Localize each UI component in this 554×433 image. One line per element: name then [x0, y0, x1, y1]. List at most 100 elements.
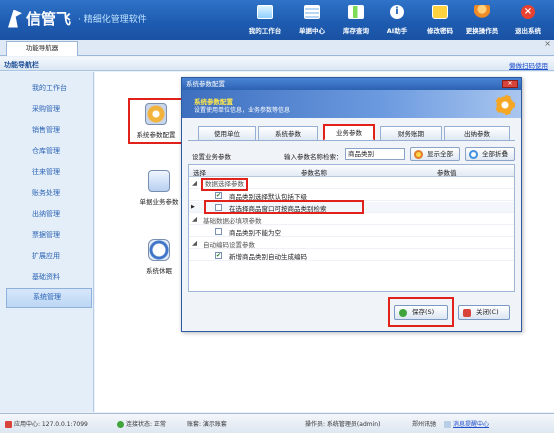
save-label: 保存(S): [412, 308, 435, 316]
status-operator: 操作员: 系统管理员(admin): [305, 421, 381, 428]
sidebar-item-sales[interactable]: 销售管理: [6, 122, 92, 139]
toolbar-exit[interactable]: × 退出系统: [508, 3, 548, 39]
status-account: 账套: 演示账套: [187, 421, 227, 428]
sidebar-item-workbench[interactable]: 我的工作台: [6, 80, 92, 97]
param-checkbox[interactable]: ✔: [215, 228, 222, 235]
gear-icon: [495, 95, 515, 115]
close-icon: [463, 309, 471, 317]
toolbar-label: 库存查询: [343, 27, 369, 35]
toolbar-label: 我的工作台: [248, 27, 282, 35]
grid-header: [189, 165, 514, 177]
close-label: 关闭(C): [476, 308, 499, 316]
function-doc-params[interactable]: 单据业务参数: [131, 170, 187, 206]
tab-strip: [0, 40, 554, 56]
message-center-link[interactable]: 消息提醒中心: [444, 419, 489, 428]
info-icon: i: [390, 5, 404, 19]
toolbar-inventory[interactable]: 库存查询: [336, 3, 376, 39]
group-row[interactable]: ◢ 数据选择参数: [189, 178, 514, 191]
sidebar-item-basic-data[interactable]: 基础资料: [6, 269, 92, 286]
param-name: 新增商品类别自动生成编码: [229, 253, 307, 261]
dialog-title: 系统参数配置: [186, 80, 225, 88]
group-toggle-icon[interactable]: ◢: [192, 179, 197, 187]
document-icon: [304, 5, 320, 19]
group-row[interactable]: ◢ 基础数据必填项参数: [189, 214, 514, 225]
tab-function-navigator[interactable]: 功能导航器: [6, 41, 78, 56]
sidebar-item-bills[interactable]: 票据管理: [6, 227, 92, 244]
toolbar-label: AI助手: [386, 27, 408, 35]
toolbar-documents[interactable]: 单据中心: [292, 3, 332, 39]
database-icon: [145, 103, 167, 125]
params-grid: 选择 参数名称 参数值 ◢ 数据选择参数 ✔ 商品类别选择默认包括下级 ▶ ✔ …: [188, 164, 515, 292]
tab-system-params[interactable]: 系统参数: [258, 126, 318, 141]
toolbar-label: 更换操作员: [465, 27, 499, 35]
group-label: 自动编码设置参数: [203, 241, 255, 249]
exit-icon: ×: [521, 5, 535, 19]
lock-icon: [432, 5, 448, 19]
tab-org[interactable]: 使用单位: [198, 126, 256, 141]
nav-header-title: 功能导航栏: [4, 61, 39, 69]
tab-fiscal-period[interactable]: 财务账期: [380, 126, 442, 141]
function-sleep[interactable]: 系统休眠: [131, 239, 187, 275]
clock-icon: [148, 239, 170, 261]
status-company: 郑州讯驰: [412, 421, 437, 428]
app-center-icon: [5, 421, 12, 428]
group-toggle-icon[interactable]: ◢: [192, 239, 197, 247]
close-tab-icon[interactable]: ×: [544, 39, 551, 48]
grid-header-name: 参数名称: [301, 169, 327, 177]
param-checkbox[interactable]: ✔: [215, 252, 222, 259]
form-settings-icon: [148, 170, 170, 192]
sidebar-item-system[interactable]: 系统管理: [6, 288, 92, 308]
param-name: 在选择商品窗口可按商品类别检索: [229, 205, 327, 213]
save-button[interactable]: 保存(S): [394, 305, 448, 320]
set-params-label: 设置业务参数: [192, 153, 231, 161]
tab-divider: [188, 140, 515, 141]
show-all-button[interactable]: 显示全部: [410, 147, 460, 161]
param-row[interactable]: ✔ 商品类别不能为空: [189, 226, 514, 237]
param-row[interactable]: ✔ 新增商品类别自动生成编码: [189, 250, 514, 261]
status-connection: 连接状态: 正常: [117, 419, 166, 428]
dialog-close-icon[interactable]: ✕: [502, 80, 518, 88]
group-row[interactable]: ◢ 自动编码设置参数: [189, 238, 514, 249]
chart-icon: [348, 5, 364, 19]
collapse-all-label: 全部折叠: [482, 150, 508, 158]
group-toggle-icon[interactable]: ◢: [192, 215, 197, 223]
function-label: 单据业务参数: [139, 198, 179, 206]
sidebar-item-warehouse[interactable]: 仓库管理: [6, 143, 92, 160]
connection-ok-icon: [117, 421, 124, 428]
logo-mark-icon: [8, 9, 22, 28]
toolbar-ai[interactable]: i AI助手: [380, 3, 414, 39]
tab-cashier-params[interactable]: 出纳参数: [444, 126, 510, 141]
nav-header-bar: [0, 57, 554, 71]
sidebar-item-extensions[interactable]: 扩展应用: [6, 248, 92, 265]
sidebar-item-accounts[interactable]: 往来管理: [6, 164, 92, 181]
collapse-icon: [469, 150, 478, 159]
user-icon: [474, 5, 490, 19]
banner-subtitle: 设置使用单位信息，业务参数等信息: [194, 107, 291, 114]
param-name: 商品类别不能为空: [229, 229, 281, 237]
status-app-center: 应用中心: 127.0.0.1:7099: [5, 419, 88, 428]
toolbar-switch-user[interactable]: 更换操作员: [460, 3, 504, 39]
show-all-label: 显示全部: [427, 150, 453, 158]
param-row-current-content[interactable]: ✔ 在选择商品窗口可按商品类别检索: [189, 202, 514, 213]
app-logo: 信管飞 · 精细化管理软件: [8, 8, 147, 29]
toolbar-workbench[interactable]: 我的工作台: [245, 3, 285, 39]
sidebar-item-cashier[interactable]: 出纳管理: [6, 206, 92, 223]
sidebar-item-purchase[interactable]: 采购管理: [6, 101, 92, 118]
param-checkbox[interactable]: ✔: [215, 192, 222, 199]
tab-business-params[interactable]: 业务参数: [323, 124, 375, 141]
toolbar-label: 退出系统: [515, 27, 541, 35]
toolbar-label: 修改密码: [427, 27, 453, 35]
system-params-dialog: 系统参数配置 ✕ 系统参数配置 设置使用单位信息，业务参数等信息 使用单位 系统…: [181, 77, 522, 332]
param-checkbox[interactable]: ✔: [215, 204, 222, 211]
expand-icon: [414, 150, 423, 159]
toolbar-password[interactable]: 修改密码: [420, 3, 460, 39]
collapse-all-button[interactable]: 全部折叠: [465, 147, 515, 161]
search-label: 输入参数名称检索：: [284, 153, 343, 161]
help-link[interactable]: 懒做扫码使用: [509, 60, 548, 70]
function-system-params[interactable]: 系统参数配置: [128, 98, 184, 144]
close-button[interactable]: 关闭(C): [458, 305, 510, 320]
search-input[interactable]: 商品类别: [345, 148, 405, 160]
function-label: 系统休眠: [146, 267, 172, 275]
function-label: 系统参数配置: [136, 131, 176, 139]
sidebar-item-ledger[interactable]: 账务处理: [6, 185, 92, 202]
